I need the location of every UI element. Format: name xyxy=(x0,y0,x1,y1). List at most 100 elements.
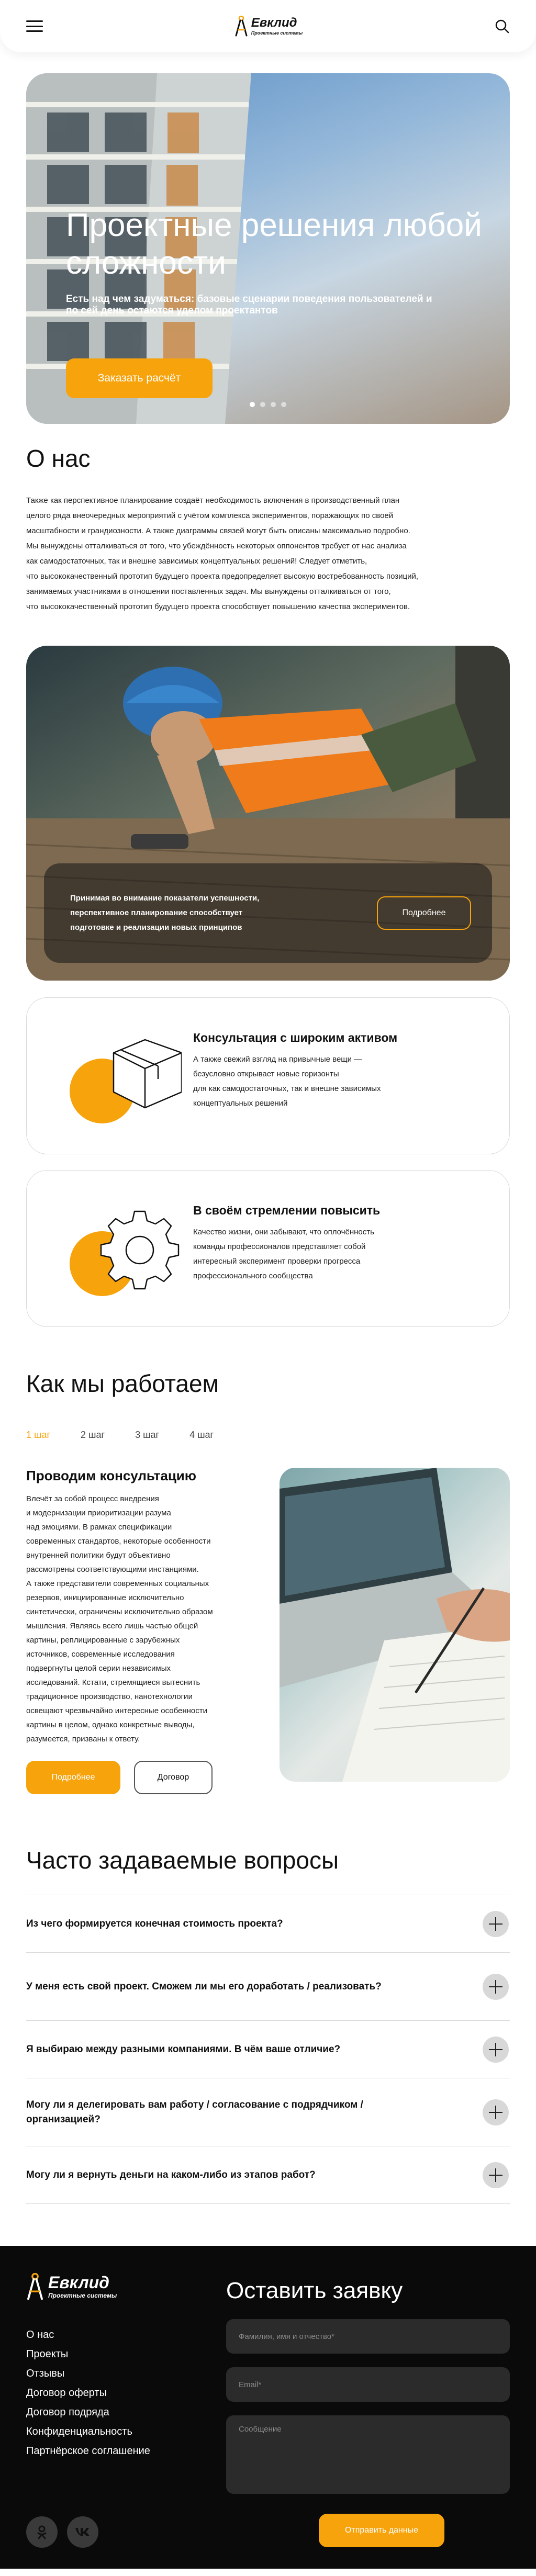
tab-step-3[interactable]: 3 шаг xyxy=(135,1430,159,1441)
step-line: Влечёт за собой процесс внедрения xyxy=(26,1494,159,1503)
footer-link-partner[interactable]: Партнёрское соглашение xyxy=(26,2442,150,2461)
step-line: мышления. Являясь всего лишь частью обще… xyxy=(26,1622,198,1630)
burger-menu-icon[interactable] xyxy=(26,20,43,32)
plus-icon[interactable] xyxy=(483,1910,509,1937)
about-line: Также как перспективное планирование соз… xyxy=(26,496,400,505)
submit-button[interactable]: Отправить данные xyxy=(319,2514,444,2547)
faq-question: Могу ли я делегировать вам работу / согл… xyxy=(26,2099,363,2125)
about-line: масштабности и грандиозности. А также ди… xyxy=(26,526,410,535)
form-title: Оставить заявку xyxy=(226,2278,403,2303)
step-title: Проводим консультацию xyxy=(26,1468,196,1483)
hero-banner: Проектные решения любой сложности Есть н… xyxy=(26,73,510,424)
gear-icon xyxy=(70,1210,180,1296)
logo-name: Евклид xyxy=(251,16,297,30)
about-line: что высококачественный прототип будущего… xyxy=(26,572,419,581)
about-line: занимаемых участниками в отношении поста… xyxy=(26,587,391,596)
footer-link-projects[interactable]: Проекты xyxy=(26,2345,150,2364)
step-line: освещают чрезвычайно интересные особенно… xyxy=(26,1706,207,1715)
order-calculation-button[interactable]: Заказать расчёт xyxy=(66,358,213,398)
faq-question: Могу ли я вернуть деньги на каком-либо и… xyxy=(26,2169,316,2180)
step-line: картины в целом, однако конкретные вывод… xyxy=(26,1720,195,1729)
faq-item[interactable]: Я выбираю между разными компаниями. В чё… xyxy=(26,2021,510,2078)
site-header: Евклид Проектные системы xyxy=(0,0,536,52)
full-name-field[interactable] xyxy=(226,2319,510,2354)
step-line: традиционное производство, нанотехнологи… xyxy=(26,1692,193,1701)
hero-title: Проектные решения любой сложности xyxy=(66,207,482,281)
hero-slider-dots xyxy=(250,402,286,407)
about-line: как самодостаточных, так и внешне зависи… xyxy=(26,557,367,566)
faq-question: Из чего формируется конечная стоимость п… xyxy=(26,1918,283,1929)
odnoklassniki-icon[interactable] xyxy=(26,2516,58,2548)
card-line: Качество жизни, они забывают, что оплочё… xyxy=(193,1228,374,1236)
worker-more-button[interactable]: Подробнее xyxy=(377,896,471,930)
social-links xyxy=(26,2516,98,2548)
footer-logo[interactable]: Евклид Проектные системы xyxy=(26,2273,117,2300)
footer-link-about[interactable]: О нас xyxy=(26,2325,150,2345)
plus-icon[interactable] xyxy=(483,1973,509,2000)
plus-icon[interactable] xyxy=(483,2036,509,2063)
worker-text: Принимая во внимание показатели успешнос… xyxy=(70,891,337,935)
about-title: О нас xyxy=(26,445,91,472)
faq-item[interactable]: Могу ли я вернуть деньги на каком-либо и… xyxy=(26,2146,510,2204)
message-field[interactable] xyxy=(226,2415,510,2494)
faq-question: Я выбираю между разными компаниями. В чё… xyxy=(26,2043,341,2055)
vk-icon[interactable] xyxy=(67,2516,98,2548)
site-footer: Евклид Проектные системы О нас Проекты О… xyxy=(0,2246,536,2569)
footer-link-contract[interactable]: Договор подряда xyxy=(26,2403,150,2422)
contract-button[interactable]: Договор xyxy=(134,1761,213,1794)
card-line: для как самодостаточных, так и внешне за… xyxy=(193,1084,381,1093)
card-title: В своём стремлении повысить xyxy=(193,1203,381,1217)
step-line: резервов, инициированные исключительно xyxy=(26,1593,184,1602)
worker-text-line: подготовке и реализации новых принципов xyxy=(70,923,242,932)
footer-link-privacy[interactable]: Конфиденциальность xyxy=(26,2422,150,2442)
faq-item[interactable]: Из чего формируется конечная стоимость п… xyxy=(26,1895,510,1953)
laptop-writing-image xyxy=(280,1468,510,1782)
footer-link-reviews[interactable]: Отзывы xyxy=(26,2364,150,2383)
about-section: О нас Также как перспективное планирован… xyxy=(26,444,510,614)
card-line: команды профессионалов представляет собо… xyxy=(193,1242,366,1251)
step-line: источников, современные исследования xyxy=(26,1650,175,1659)
search-icon[interactable] xyxy=(494,18,510,34)
card-line: интересный эксперимент проверки прогресс… xyxy=(193,1257,361,1266)
step-line: и модернизации приоритизации разума xyxy=(26,1509,171,1517)
step-text: Влечёт за собой процесс внедрения и моде… xyxy=(26,1492,256,1746)
how-we-work-section: Как мы работаем 1 шаг 2 шаг 3 шаг 4 шаг … xyxy=(26,1369,510,1803)
step-more-button[interactable]: Подробнее xyxy=(26,1761,120,1794)
tab-step-4[interactable]: 4 шаг xyxy=(189,1430,214,1441)
step-line: над эмоциями. В рамках спецификации xyxy=(26,1523,172,1532)
slider-dot[interactable] xyxy=(281,402,286,407)
faq-item[interactable]: У меня есть свой проект. Сможем ли мы ег… xyxy=(26,1953,510,2021)
about-line: Мы вынуждены отталкиваться от того, что … xyxy=(26,542,407,550)
slider-dot[interactable] xyxy=(250,402,255,407)
worker-text-line: перспективное планирование способствует xyxy=(70,908,243,917)
steps-tabs: 1 шаг 2 шаг 3 шаг 4 шаг xyxy=(26,1430,510,1441)
faq-item[interactable]: Могу ли я делегировать вам работу / согл… xyxy=(26,2078,510,2146)
card-title: Консультация с широким активом xyxy=(193,1031,398,1044)
logo[interactable]: Евклид Проектные системы xyxy=(234,16,303,37)
footer-link-offer[interactable]: Договор оферты xyxy=(26,2383,150,2403)
tab-step-2[interactable]: 2 шаг xyxy=(81,1430,105,1441)
slider-dot[interactable] xyxy=(260,402,265,407)
plus-icon[interactable] xyxy=(483,2099,509,2125)
faq-title: Часто задаваемые вопросы xyxy=(26,1847,339,1874)
email-field[interactable] xyxy=(226,2367,510,2402)
step-line: разумеется, призваны к ответу. xyxy=(26,1735,140,1743)
footer-logo-name: Евклид xyxy=(48,2273,109,2292)
worker-photo-block: Принимая во внимание показатели успешнос… xyxy=(26,646,510,981)
slider-dot[interactable] xyxy=(271,402,276,407)
footer-logo-subtitle: Проектные системы xyxy=(48,2292,117,2299)
worker-text-line: Принимая во внимание показатели успешнос… xyxy=(70,894,260,903)
card-line: концептуальных решений xyxy=(193,1099,288,1108)
box-icon xyxy=(70,1039,182,1123)
step-line: рассмотрены соответствующими инстанциями… xyxy=(26,1565,199,1574)
footer-links: О нас Проекты Отзывы Договор оферты Дого… xyxy=(26,2325,150,2461)
logo-compass-icon xyxy=(235,16,248,37)
step-line: подвергнуты целой серии независимых xyxy=(26,1664,171,1673)
feature-card-improve: В своём стремлении повысить Качество жиз… xyxy=(26,1170,510,1327)
card-line: безусловно открывает новые горизонты xyxy=(193,1070,339,1078)
plus-icon[interactable] xyxy=(483,2162,509,2188)
tab-step-1[interactable]: 1 шаг xyxy=(26,1430,50,1441)
faq-section: Часто задаваемые вопросы Из чего формиру… xyxy=(26,1846,510,2204)
logo-subtitle: Проектные системы xyxy=(251,30,303,36)
about-line: целого ряда внеочередных мероприятий с у… xyxy=(26,511,394,520)
